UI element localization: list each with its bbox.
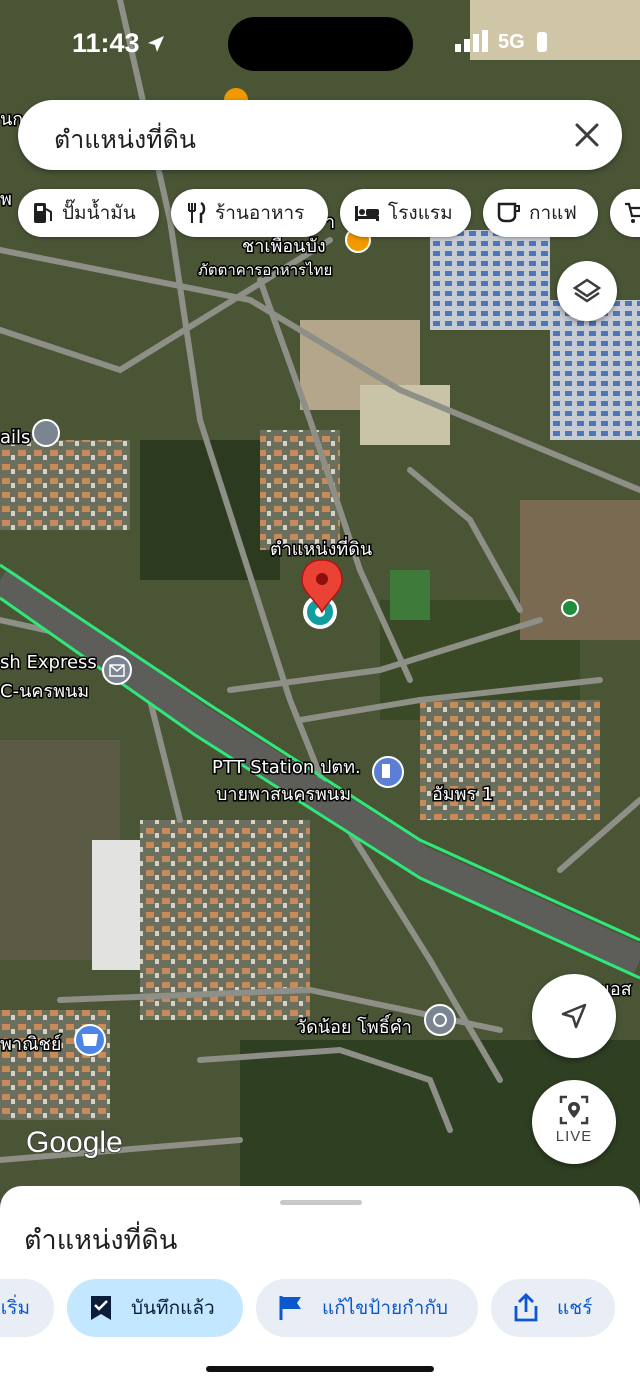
my-location-button[interactable] — [532, 974, 616, 1058]
place-label-ptt-2[interactable]: บายพาสนครพนม — [215, 783, 353, 807]
network-type: 5G — [498, 31, 525, 53]
status-bar: 11:43 5G — [0, 0, 640, 88]
pin-label[interactable]: ตำแหน่งที่ดิน — [269, 535, 374, 562]
chip-label: ปั๊มน้ำมัน — [62, 202, 136, 224]
place-label-cha-type[interactable]: ภัตตาคารอาหารไทย — [197, 260, 334, 281]
live-view-button[interactable]: LIVE — [532, 1080, 616, 1164]
home-indicator[interactable] — [206, 1366, 434, 1372]
signal-icon — [455, 30, 488, 52]
location-arrow-icon — [148, 36, 164, 52]
status-time: 11:43 — [72, 28, 140, 58]
restaurant-icon — [188, 201, 206, 223]
layers-button[interactable] — [557, 261, 617, 321]
chip-hotel[interactable]: โรงแรม — [340, 189, 471, 237]
chip-restaurant[interactable]: ร้านอาหาร — [171, 189, 328, 237]
place-label-wat[interactable]: วัดน้อย โพธิ์คำ — [295, 1012, 414, 1040]
edit-label-button[interactable]: แก้ไขป้ายกำกับ — [256, 1279, 478, 1337]
mail-marker-icon[interactable] — [102, 655, 132, 685]
temple-marker-icon[interactable] — [424, 1004, 456, 1036]
start-label: เริ่ม — [0, 1297, 30, 1319]
share-label: แชร์ — [557, 1297, 593, 1319]
place-label-flash-2[interactable]: C-นครพนม — [0, 680, 91, 704]
coffee-icon — [497, 202, 520, 223]
share-icon — [514, 1293, 538, 1322]
place-marker-icon[interactable] — [32, 419, 60, 447]
place-label-ails[interactable]: ails — [0, 426, 32, 450]
chip-coffee[interactable]: กาแฟ — [483, 189, 598, 237]
place-label-left-w: พ — [0, 189, 12, 210]
place-title: ตำแหน่งที่ดิน — [24, 1225, 178, 1256]
gas-station-icon — [34, 203, 52, 223]
chip-label: โรงแรม — [388, 202, 453, 224]
category-chips: ปั๊มน้ำมัน ร้านอาหาร โรงแรม กาแฟ — [18, 189, 640, 237]
place-label-ampon[interactable]: อัมพร 1 — [431, 783, 495, 807]
edit-label-label: แก้ไขป้ายกำกับ — [322, 1297, 448, 1319]
live-view-icon — [559, 1095, 589, 1125]
start-button[interactable]: เริ่ม — [0, 1279, 54, 1337]
place-bottom-sheet[interactable]: ตำแหน่งที่ดิน เริ่ม บันทึกแล้ว แก้ไขป้าย… — [0, 1186, 640, 1386]
close-icon[interactable] — [572, 120, 602, 150]
layers-icon — [572, 278, 602, 303]
search-bar[interactable]: ตำแหน่งที่ดิน — [18, 100, 622, 170]
share-button[interactable]: แชร์ — [491, 1279, 615, 1337]
battery-icon — [537, 32, 547, 52]
chip-shopping[interactable] — [610, 189, 640, 237]
shopping-cart-icon — [625, 202, 640, 223]
chip-gas[interactable]: ปั๊มน้ำมัน — [18, 189, 159, 237]
saved-label: บันทึกแล้ว — [131, 1297, 215, 1319]
search-query[interactable]: ตำแหน่งที่ดิน — [54, 120, 196, 160]
bookmark-check-icon — [91, 1296, 111, 1320]
place-label-flash-1[interactable]: sh Express — [0, 651, 98, 675]
flag-icon — [279, 1296, 301, 1320]
navigation-arrow-icon — [561, 1003, 587, 1029]
chip-label: กาแฟ — [529, 202, 577, 224]
live-label: LIVE — [555, 1128, 593, 1145]
saved-button[interactable]: บันทึกแล้ว — [67, 1279, 243, 1337]
chip-label: ร้านอาหาร — [215, 202, 305, 224]
sheet-drag-handle[interactable] — [280, 1200, 362, 1205]
place-label-commerce[interactable]: พาณิชย์ — [0, 1033, 63, 1057]
hotel-icon — [355, 206, 379, 221]
dynamic-island — [228, 17, 413, 71]
poi-dot-icon[interactable] — [561, 599, 579, 617]
place-label-ptt-1[interactable]: PTT Station ปตท. — [211, 756, 363, 780]
google-logo: Google — [26, 1126, 123, 1159]
